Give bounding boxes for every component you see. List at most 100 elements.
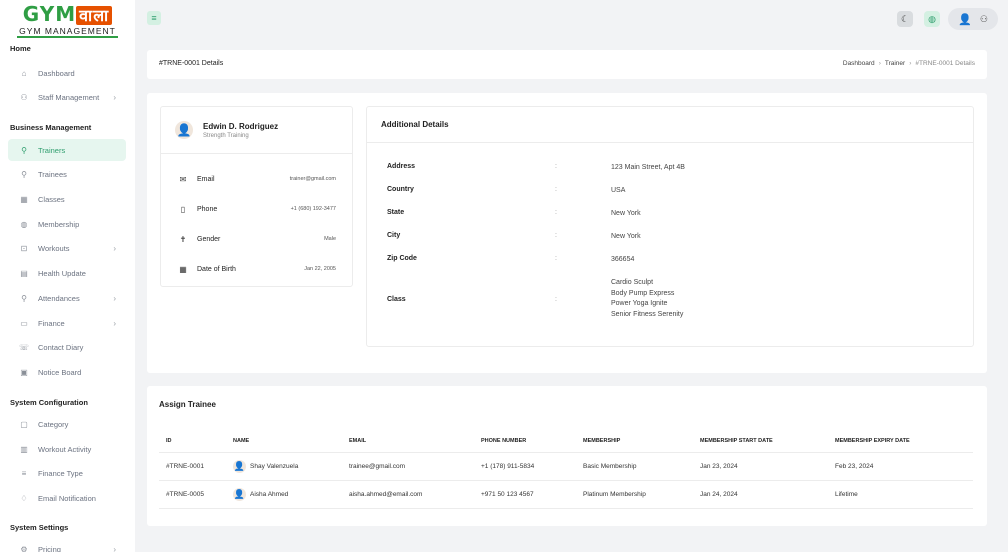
additional-details-title: Additional Details [367,107,973,143]
column-header: NAME [233,437,250,444]
sidebar-item-finance[interactable]: ▭ Finance › [8,312,126,334]
page-header: #TRNE-0001 Details Dashboard › Trainer › #TR… [147,50,987,79]
table-row[interactable]: #TRNE-0005 👤 Aisha Ahmed aisha.ahmed@email.… [159,481,973,509]
chevron-right-icon: › [113,92,116,102]
detail-value: Body Pump Express [611,289,675,297]
detail-row-zip-code: Zip Code: 366654 [387,255,957,266]
detail-label: State [387,209,405,216]
sidebar-item-finance-type[interactable]: ≡ Finance Type [8,462,126,484]
trainee-name-cell: 👤 Shay Valenzuela [233,460,349,473]
trainee-name-cell: 👤 Aisha Ahmed [233,488,349,501]
activity-icon: ▥ [20,444,28,454]
column-header: MEMBERSHIP [583,437,621,444]
table-cell: Feb 23, 2024 [835,463,874,470]
logo-wala-text: वाला [76,6,113,25]
phone-book-icon: ☏ [18,342,29,352]
table-header: ID NAME EMAIL PHONE NUMBER MEMBERSHIP MEMBERS… [159,429,973,453]
sidebar-item-classes[interactable]: ▦ Classes [8,188,126,210]
column-header: ID [166,437,172,444]
table-row[interactable]: #TRNE-0001 👤 Shay Valenzuela trainee@gmail.… [159,453,973,481]
detail-value: New York [611,210,641,217]
detail-colon: : [555,163,557,170]
detail-row-country: Country: USA [387,186,957,197]
logo-gym-text: GYM [22,2,77,26]
sidebar-item-label: Dashboard [38,68,75,78]
sidebar-item-notice-board[interactable]: ▣ Notice Board [8,361,126,383]
sidebar-item-category[interactable]: ▢ Category [8,413,126,435]
detail-value: USA [611,187,626,194]
breadcrumb: Dashboard › Trainer › #TRNE-0001 Details [842,60,975,67]
profile-field-label: Gender [197,235,221,243]
phone-icon: ▯ [180,204,186,214]
chevron-right-icon: › [113,293,116,303]
detail-colon: : [555,209,557,216]
sidebar-item-contact-diary[interactable]: ☏ Contact Diary [8,336,126,358]
sidebar-item-membership[interactable]: ◍ Membership [8,213,126,235]
sidebar-item-staff-management[interactable]: ⚇ Staff Management › [8,86,126,108]
detail-label: Zip Code [387,255,417,262]
chevron-right-icon: › [113,544,116,552]
column-header: PHONE NUMBER [481,437,527,444]
avatar: 👤 [233,488,246,501]
profile-card: 👤 Edwin D. Rodriguez Strength Training ✉… [160,106,353,287]
detail-row-class: Class: Cardio Sculpt Body Pump Express Powe… [387,278,957,320]
detail-label: Country [387,186,414,193]
sidebar-item-dashboard[interactable]: ⌂ Dashboard [8,62,126,84]
sidebar-item-workout-activity[interactable]: ▥ Workout Activity [8,438,126,460]
list-icon: ≡ [21,468,27,478]
table-cell: aisha.ahmed@email.com [349,491,423,498]
bell-icon: ♢ [20,493,28,503]
sidebar-item-label: Notice Board [38,367,82,377]
trainee-name: Aisha Ahmed [250,491,289,498]
globe-icon: ◍ [20,219,28,229]
table-cell: Jan 24, 2024 [700,491,738,498]
sidebar-section-title: System Settings [10,523,69,532]
sidebar-item-label: Staff Management [38,92,100,102]
assign-trainee-card: Assign Trainee ID NAME EMAIL PHONE NUMBER ME… [147,386,987,526]
profile-header: 👤 Edwin D. Rodriguez Strength Training [161,107,352,154]
sidebar-item-trainers[interactable]: ⚲ Trainers [8,139,126,161]
sidebar-item-pricing[interactable]: ⚙ Pricing › [8,538,126,552]
calendar-icon: ▦ [20,194,28,204]
sidebar-item-label: Classes [38,194,65,204]
table-cell: #TRNE-0001 [166,463,204,470]
sidebar-item-email-notification[interactable]: ♢ Email Notification [8,487,126,509]
additional-details-card: Additional Details Address: 123 Main Stre… [366,106,974,347]
gender-icon: ✝ [179,234,187,244]
sidebar-item-trainees[interactable]: ⚲ Trainees [8,163,126,185]
sidebar-item-label: Finance Type [38,468,83,478]
sidebar-item-health-update[interactable]: ▤ Health Update [8,262,126,284]
sidebar-item-label: Finance [38,318,65,328]
assign-trainee-title: Assign Trainee [159,400,216,409]
avatar: 👤 [233,460,246,473]
settings-icon: ⚙ [20,544,28,552]
globe-icon[interactable]: ◍ [924,11,940,27]
user-menu-button[interactable]: 👤 ⚇ [948,8,998,30]
sidebar-item-label: Pricing [38,544,61,552]
board-icon: ▣ [20,367,28,377]
logo-subtitle: GYM MANAGEMENT [17,26,118,38]
home-icon: ⌂ [21,68,27,78]
profile-field-gender: ✝ Gender Male [161,224,352,254]
calendar-icon: ▦ [179,264,187,274]
trainee-name: Shay Valenzuela [250,463,299,470]
wallet-icon: ▭ [20,318,28,328]
table-cell: Lifetime [835,491,858,498]
profile-field-value: +1 (680) 192-3477 [290,206,336,212]
profile-field-date-of-birth: ▦ Date of Birth Jan 22, 2005 [161,254,352,284]
moon-icon[interactable]: ☾ [897,11,913,27]
column-header: EMAIL [349,437,367,444]
breadcrumb-dashboard[interactable]: Dashboard [843,60,875,67]
table-cell: Jan 23, 2024 [700,463,738,470]
table-cell: +971 50 123 4567 [481,491,534,498]
menu-icon[interactable]: ≡ [147,11,161,25]
logo[interactable]: GYM वाला GYM MANAGEMENT [0,0,135,42]
detail-value: 366654 [611,256,635,263]
detail-colon: : [555,186,557,193]
avatar: 👤 [175,121,193,139]
breadcrumb-trainer[interactable]: Trainer [885,60,905,67]
detail-colon: : [555,255,557,262]
page-title: #TRNE-0001 Details [159,60,224,67]
sidebar-item-attendances[interactable]: ⚲ Attendances › [8,287,126,309]
sidebar-item-workouts[interactable]: ⊡ Workouts › [8,237,126,259]
